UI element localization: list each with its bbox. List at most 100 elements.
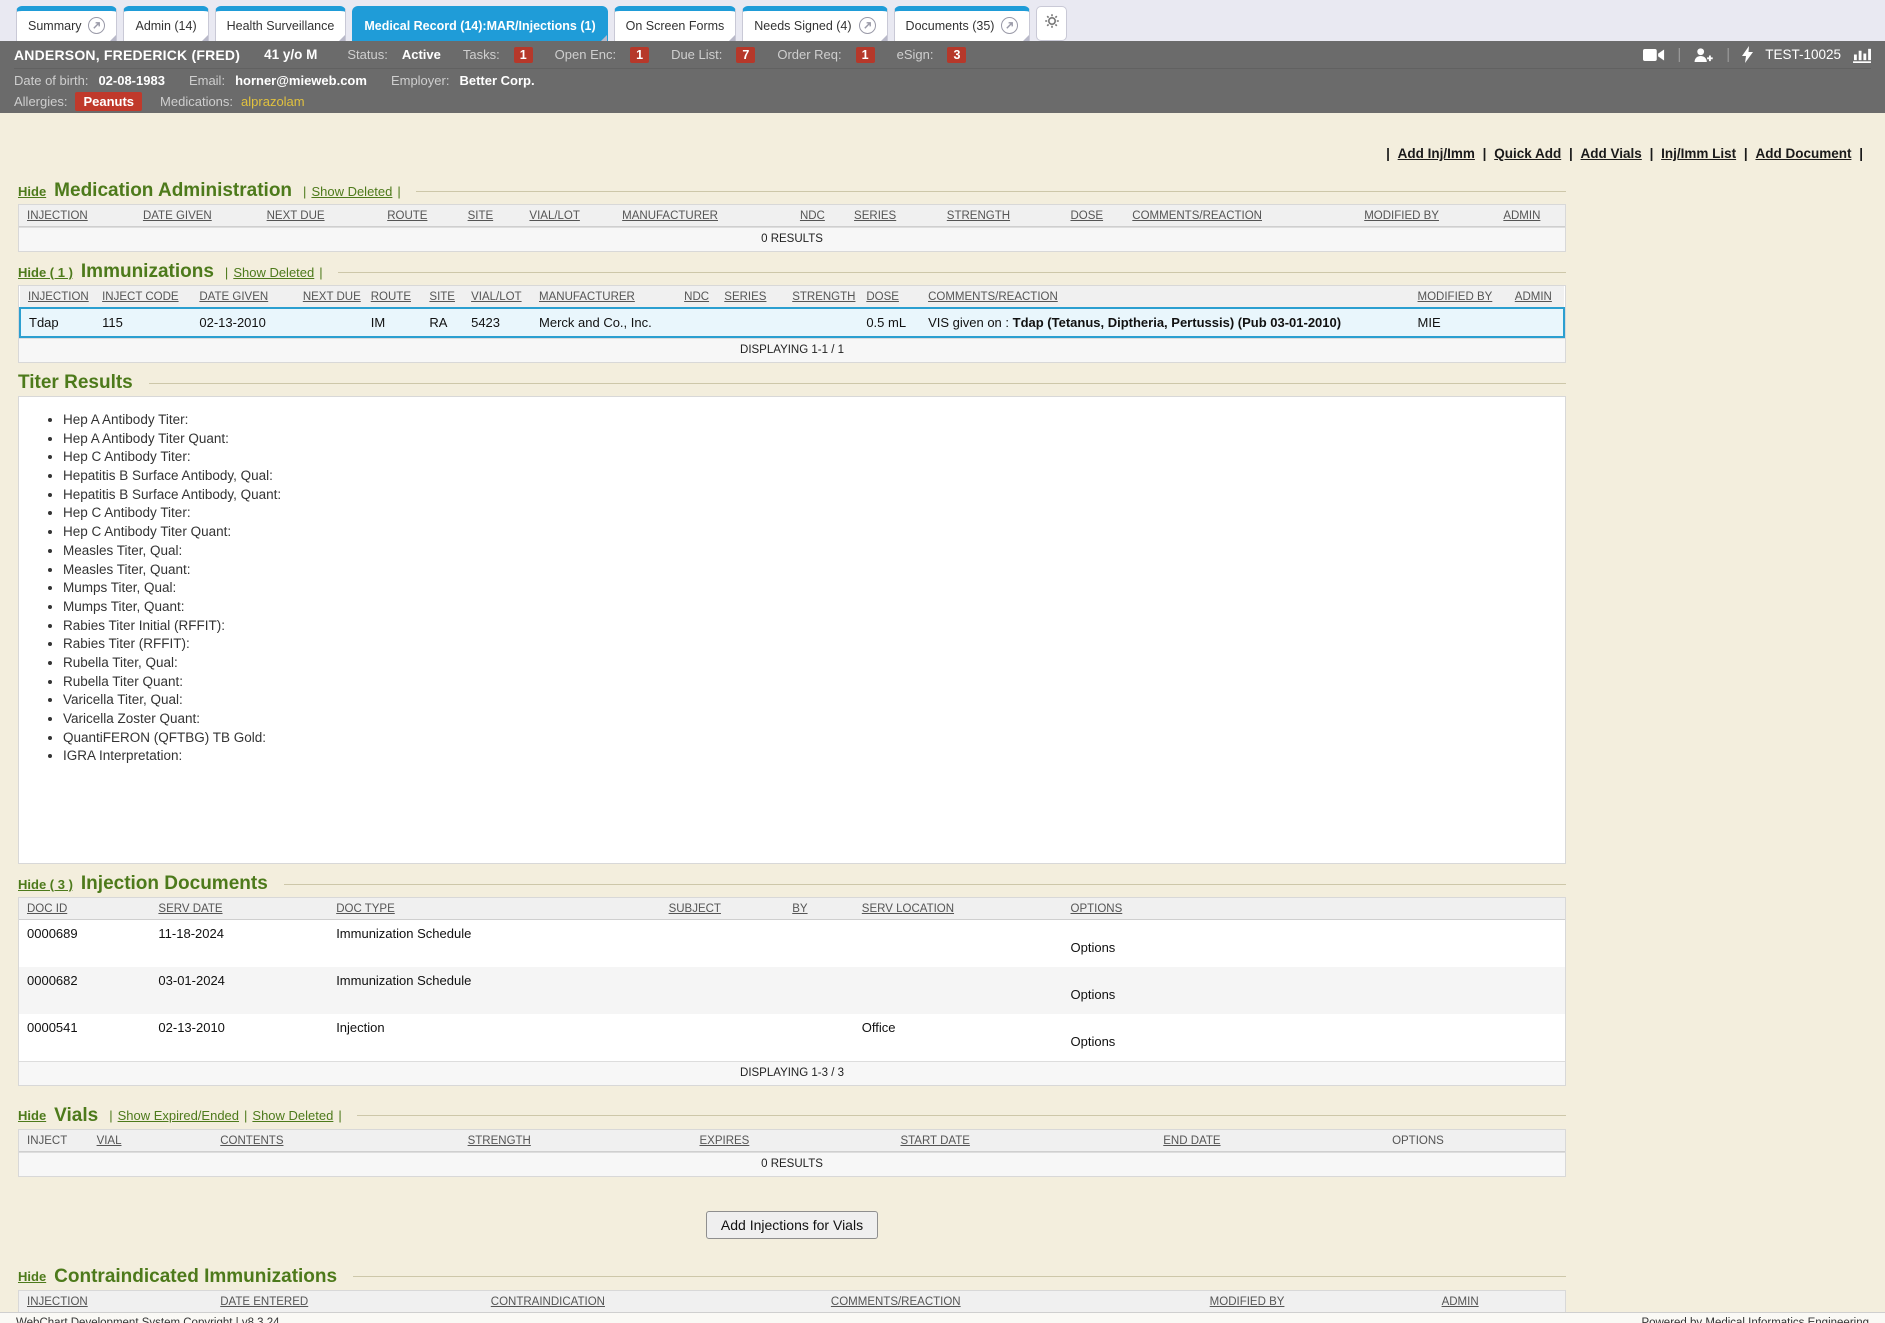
col-header[interactable]: VIAL/LOT bbox=[521, 205, 614, 227]
col-header[interactable]: START DATE bbox=[892, 1130, 1155, 1152]
tab-documents[interactable]: Documents (35) bbox=[894, 6, 1031, 41]
vials-hide-link[interactable]: Hide bbox=[18, 1108, 46, 1123]
col-header[interactable]: INJECTION bbox=[19, 1291, 212, 1313]
popout-icon[interactable] bbox=[859, 17, 876, 34]
col-header[interactable]: ADMIN bbox=[1495, 205, 1565, 227]
col-header[interactable]: SITE bbox=[421, 286, 463, 308]
list-item: Rabies Titer Initial (RFFIT): bbox=[63, 618, 1565, 634]
tab-health-surveillance[interactable]: Health Surveillance bbox=[215, 6, 347, 41]
col-header[interactable]: SERV DATE bbox=[150, 898, 328, 920]
list-item: Measles Titer, Quant: bbox=[63, 562, 1565, 578]
col-header[interactable]: COMMENTS/REACTION bbox=[920, 286, 1409, 308]
col-header[interactable]: BY bbox=[784, 898, 854, 920]
col-header[interactable]: OPTIONS bbox=[1063, 898, 1566, 920]
col-header[interactable]: ROUTE bbox=[379, 205, 459, 227]
vials-show-expired-link[interactable]: Show Expired/Ended bbox=[118, 1108, 239, 1123]
col-header[interactable]: NEXT DUE bbox=[259, 205, 380, 227]
col-header[interactable]: VIAL/LOT bbox=[463, 286, 531, 308]
col-header[interactable]: ADMIN bbox=[1507, 286, 1564, 308]
lightning-bolt-icon[interactable] bbox=[1742, 46, 1753, 63]
col-header[interactable]: COMMENTS/REACTION bbox=[823, 1291, 1202, 1313]
allergy-badge[interactable]: Peanuts bbox=[75, 92, 142, 111]
document-row[interactable]: 0000541 02-13-2010 Injection Office Opti… bbox=[19, 1014, 1565, 1061]
list-item: QuantiFERON (QFTBG) TB Gold: bbox=[63, 730, 1565, 746]
immunizations-show-deleted-link[interactable]: Show Deleted bbox=[233, 265, 314, 280]
add-vials-link[interactable]: Add Vials bbox=[1581, 146, 1642, 161]
col-header[interactable]: INJECTION bbox=[19, 205, 135, 227]
popout-icon[interactable] bbox=[88, 17, 105, 34]
col-header[interactable]: INJECT CODE bbox=[94, 286, 191, 308]
col-header[interactable]: VIAL bbox=[89, 1130, 213, 1152]
flowsheet-chart-icon[interactable] bbox=[1853, 46, 1871, 63]
popout-icon[interactable] bbox=[1001, 17, 1018, 34]
med-admin-hide-link[interactable]: Hide bbox=[18, 184, 46, 199]
immunization-row-tdap[interactable]: Tdap 115 02-13-2010 IM RA 5423 Merck and… bbox=[20, 308, 1564, 337]
col-header[interactable]: MODIFIED BY bbox=[1356, 205, 1495, 227]
order-req-badge[interactable]: 1 bbox=[856, 47, 875, 63]
col-header[interactable]: EXPIRES bbox=[691, 1130, 892, 1152]
col-header[interactable]: DATE ENTERED bbox=[212, 1291, 483, 1313]
add-inj-imm-link[interactable]: Add Inj/Imm bbox=[1398, 146, 1475, 161]
col-header[interactable]: STRENGTH bbox=[939, 205, 1063, 227]
esign-badge[interactable]: 3 bbox=[947, 47, 966, 63]
col-header[interactable]: MANUFACTURER bbox=[531, 286, 676, 308]
order-req-label: Order Req: bbox=[777, 47, 841, 62]
quick-add-link[interactable]: Quick Add bbox=[1494, 146, 1561, 161]
add-injections-for-vials-button[interactable]: Add Injections for Vials bbox=[706, 1211, 878, 1239]
col-header[interactable]: DOC ID bbox=[19, 898, 150, 920]
col-header[interactable]: SUBJECT bbox=[661, 898, 785, 920]
tab-needs-signed[interactable]: Needs Signed (4) bbox=[742, 6, 887, 41]
col-header[interactable]: SERV LOCATION bbox=[854, 898, 1063, 920]
contraindicated-hide-link[interactable]: Hide bbox=[18, 1269, 46, 1284]
tasks-badge[interactable]: 1 bbox=[514, 47, 533, 63]
col-header[interactable]: DOSE bbox=[858, 286, 920, 308]
col-header[interactable]: DATE GIVEN bbox=[135, 205, 259, 227]
col-header[interactable]: STRENGTH bbox=[784, 286, 858, 308]
due-list-badge[interactable]: 7 bbox=[736, 47, 755, 63]
options-link[interactable]: Options bbox=[1071, 940, 1116, 955]
col-header[interactable]: MODIFIED BY bbox=[1202, 1291, 1434, 1313]
open-enc-badge[interactable]: 1 bbox=[630, 47, 649, 63]
medication-value[interactable]: alprazolam bbox=[241, 94, 305, 109]
cell-ndc bbox=[676, 308, 716, 337]
tab-admin[interactable]: Admin (14) bbox=[123, 6, 208, 41]
col-header[interactable]: INJECTION bbox=[20, 286, 94, 308]
col-header[interactable]: CONTRAINDICATION bbox=[483, 1291, 823, 1313]
settings-gear-button[interactable] bbox=[1036, 6, 1067, 41]
add-person-icon[interactable] bbox=[1693, 47, 1714, 63]
injection-documents-section: Hide ( 3 ) Injection Documents DOC ID SE… bbox=[18, 873, 1566, 1086]
col-header[interactable]: ADMIN bbox=[1434, 1291, 1565, 1313]
col-header[interactable]: NDC bbox=[792, 205, 846, 227]
dob-label: Date of birth: bbox=[14, 73, 88, 88]
col-header[interactable]: MODIFIED BY bbox=[1410, 286, 1507, 308]
options-link[interactable]: Options bbox=[1071, 1034, 1116, 1049]
patient-name: ANDERSON, FREDERICK (FRED) bbox=[14, 47, 240, 63]
col-header[interactable]: SERIES bbox=[846, 205, 939, 227]
col-header[interactable]: DOC TYPE bbox=[328, 898, 660, 920]
video-camera-icon[interactable] bbox=[1643, 48, 1665, 62]
col-header[interactable]: END DATE bbox=[1155, 1130, 1384, 1152]
col-header[interactable]: MANUFACTURER bbox=[614, 205, 792, 227]
col-header[interactable]: ROUTE bbox=[363, 286, 422, 308]
col-header[interactable]: SITE bbox=[460, 205, 522, 227]
options-link[interactable]: Options bbox=[1071, 987, 1116, 1002]
col-header[interactable]: NEXT DUE bbox=[295, 286, 363, 308]
injection-documents-hide-link[interactable]: Hide ( 3 ) bbox=[18, 877, 73, 892]
add-document-link[interactable]: Add Document bbox=[1755, 146, 1851, 161]
tab-summary[interactable]: Summary bbox=[16, 6, 117, 41]
col-header[interactable]: SERIES bbox=[716, 286, 784, 308]
inj-imm-list-link[interactable]: Inj/Imm List bbox=[1661, 146, 1736, 161]
med-admin-show-deleted-link[interactable]: Show Deleted bbox=[311, 184, 392, 199]
col-header[interactable]: DOSE bbox=[1062, 205, 1124, 227]
col-header[interactable]: COMMENTS/REACTION bbox=[1124, 205, 1356, 227]
col-header[interactable]: DATE GIVEN bbox=[191, 286, 294, 308]
col-header[interactable]: NDC bbox=[676, 286, 716, 308]
vials-show-deleted-link[interactable]: Show Deleted bbox=[252, 1108, 333, 1123]
col-header[interactable]: STRENGTH bbox=[460, 1130, 692, 1152]
document-row[interactable]: 0000689 11-18-2024 Immunization Schedule… bbox=[19, 920, 1565, 967]
immunizations-hide-link[interactable]: Hide ( 1 ) bbox=[18, 265, 73, 280]
document-row[interactable]: 0000682 03-01-2024 Immunization Schedule… bbox=[19, 967, 1565, 1014]
tab-on-screen-forms[interactable]: On Screen Forms bbox=[614, 6, 737, 41]
tab-medical-record-active[interactable]: Medical Record (14):MAR/Injections (1) bbox=[352, 6, 607, 41]
col-header[interactable]: CONTENTS bbox=[212, 1130, 459, 1152]
